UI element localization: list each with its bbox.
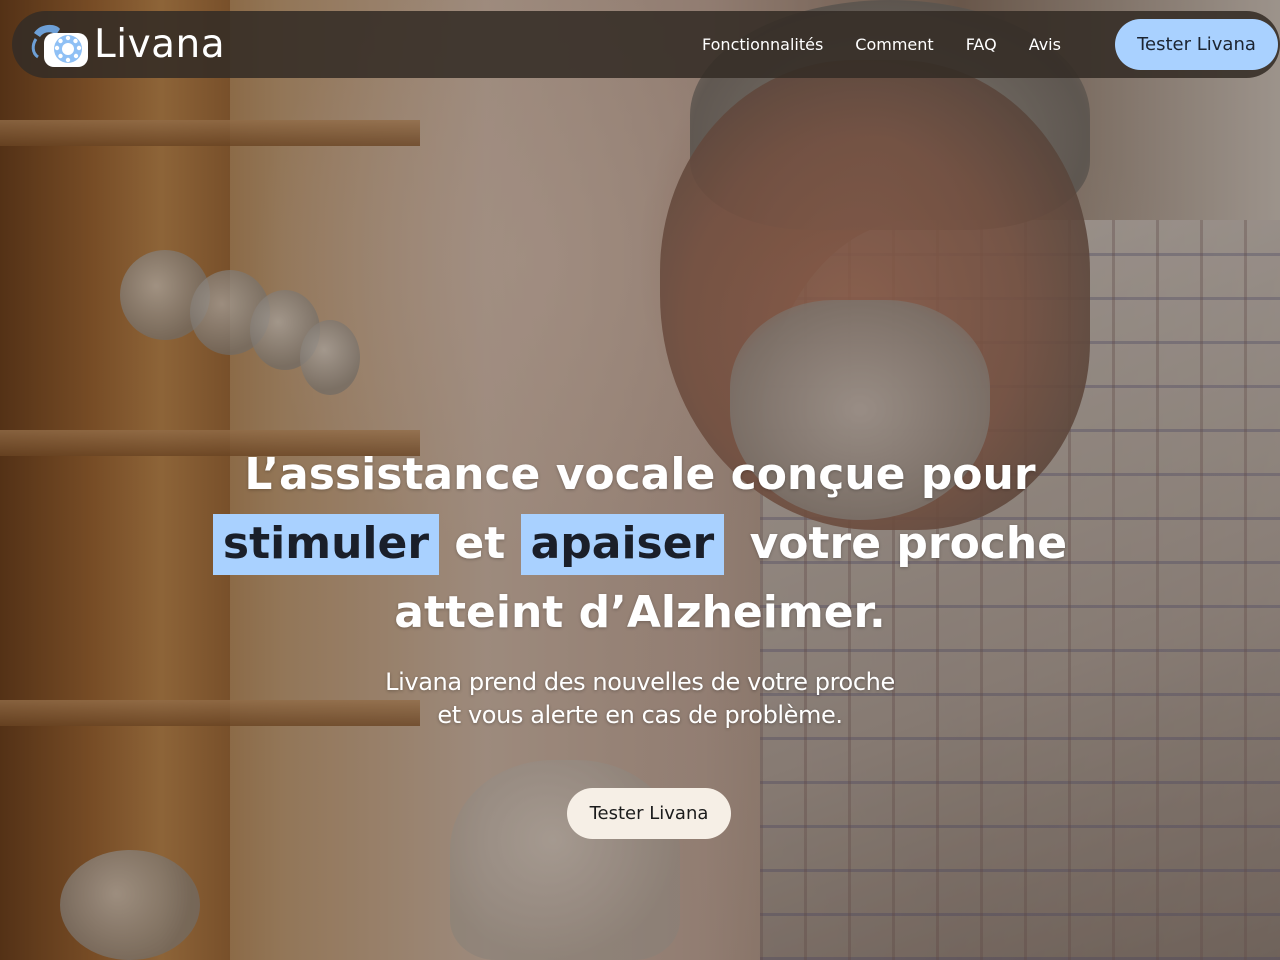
- highlight-stimuler: stimuler: [212, 514, 440, 575]
- hero-title-connector: et: [454, 518, 506, 569]
- hero-subtitle: Livana prend des nouvelles de votre proc…: [240, 666, 1040, 732]
- hero-subtitle-line-1: Livana prend des nouvelles de votre proc…: [385, 668, 895, 696]
- highlight-apaiser: apaiser: [520, 514, 725, 575]
- hero-subtitle-line-2: et vous alerte en cas de problème.: [437, 701, 843, 729]
- hero-try-button[interactable]: Tester Livana: [567, 788, 731, 839]
- hero-title-line-2: stimuler et apaiser votre proche: [140, 509, 1140, 578]
- hero-section: L’assistance vocale conçue pour stimuler…: [0, 0, 1280, 960]
- hero-title-line-2-end: votre proche: [734, 518, 1068, 569]
- hero-title: L’assistance vocale conçue pour stimuler…: [140, 440, 1140, 647]
- hero-title-line-1: L’assistance vocale conçue pour: [244, 449, 1036, 500]
- hero-title-line-3: atteint d’Alzheimer.: [394, 587, 886, 638]
